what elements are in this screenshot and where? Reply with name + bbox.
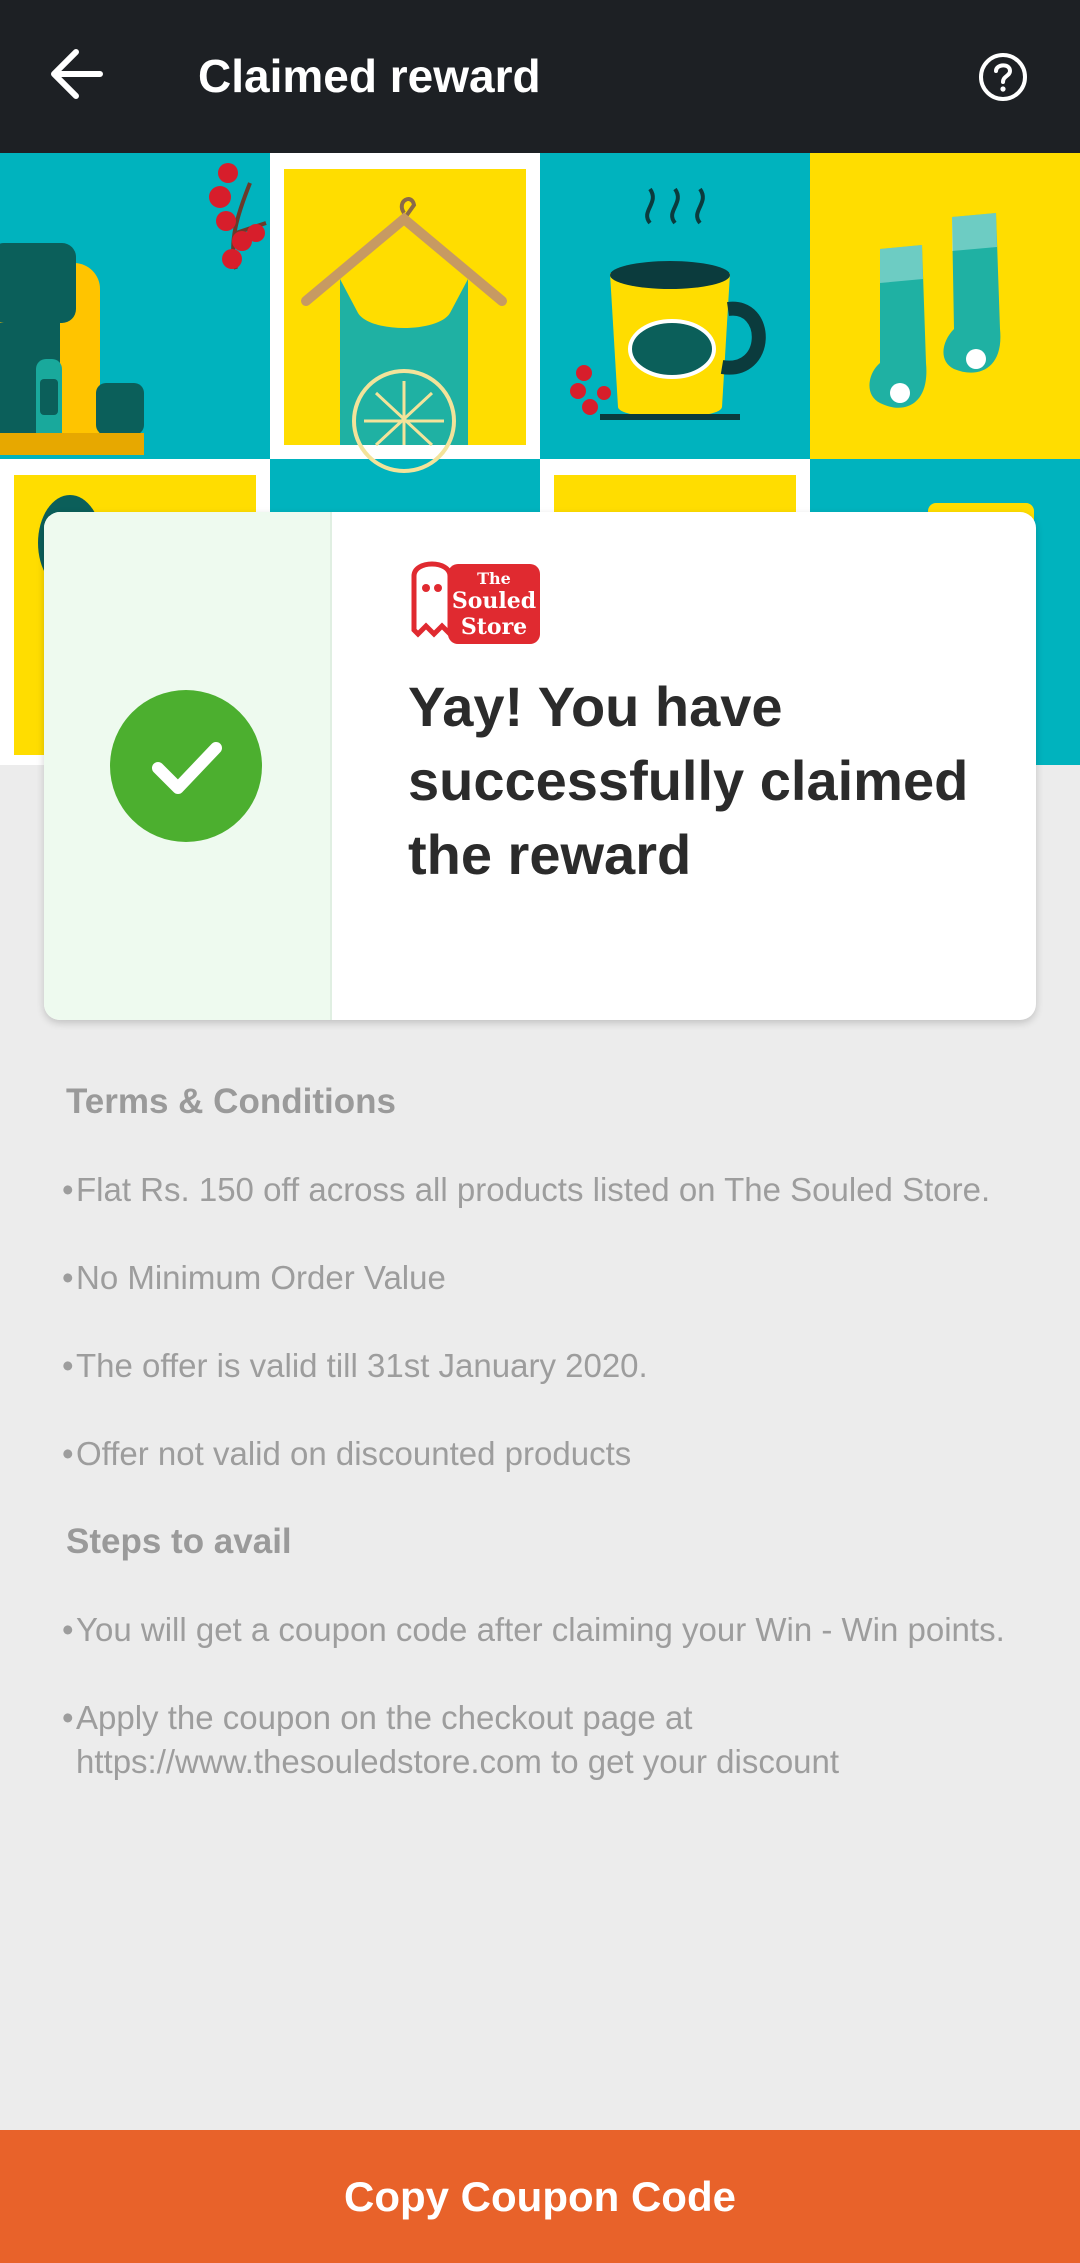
terms-item: The offer is valid till 31st January 202… [62,1344,1026,1388]
arrow-left-icon [51,49,103,99]
reward-success-message: Yay! You have successfully claimed the r… [408,675,969,886]
page-title: Claimed reward [198,50,541,102]
terms-heading: Terms & Conditions [66,1082,396,1121]
steps-item: Apply the coupon on the checkout page at… [62,1696,1026,1784]
svg-text:Souled: Souled [452,588,536,614]
check-circle-icon [110,690,262,842]
svg-text:The: The [477,569,511,588]
copy-coupon-button[interactable]: Copy Coupon Code [0,2130,1080,2263]
reward-card: The Souled Store Yay! You have successfu… [44,512,1036,1020]
banner-tile [810,153,1080,459]
status-panel [44,512,332,1020]
help-button[interactable] [970,44,1036,110]
terms-item: Offer not valid on discounted products [62,1432,1026,1476]
terms-section: Terms & Conditions Flat Rs. 150 off acro… [62,1080,1026,1784]
terms-item: No Minimum Order Value [62,1256,1026,1300]
svg-text:Store: Store [461,614,527,640]
terms-item: Flat Rs. 150 off across all products lis… [62,1168,1026,1212]
steps-item: You will get a coupon code after claimin… [62,1608,1026,1652]
back-button[interactable] [40,37,114,111]
steps-heading: Steps to avail [66,1522,292,1561]
app-bar: Claimed reward [0,0,1080,153]
question-circle-icon [979,53,1027,101]
brand-logo: The Souled Store [411,561,540,644]
